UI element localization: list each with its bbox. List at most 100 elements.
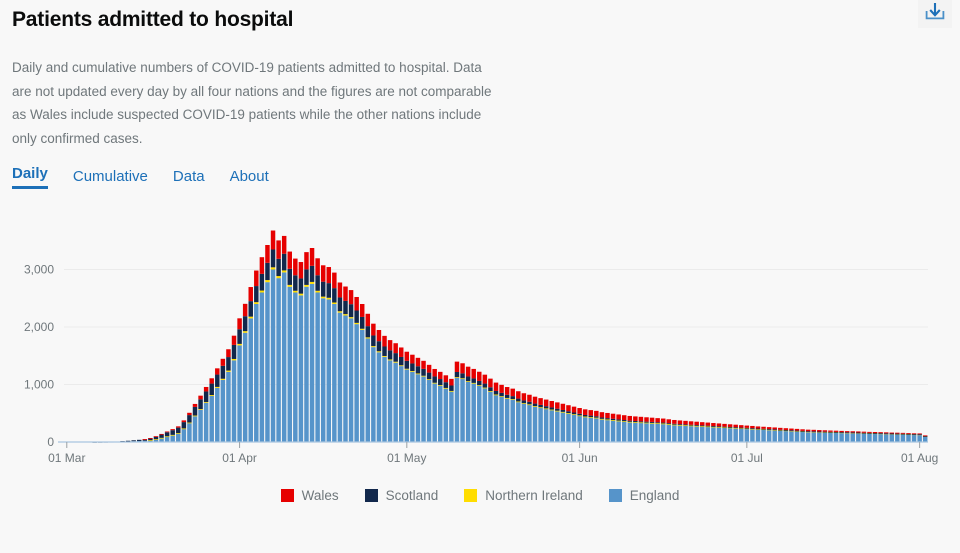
bar-segment[interactable] (700, 425, 705, 427)
bar-segment[interactable] (833, 431, 839, 433)
bar-segment[interactable] (605, 412, 610, 419)
bar-segment[interactable] (326, 299, 332, 442)
bar-segment[interactable] (672, 423, 677, 425)
bar-segment[interactable] (265, 280, 270, 283)
bar-segment[interactable] (332, 288, 337, 303)
bar-segment[interactable] (621, 420, 627, 422)
bar-segment[interactable] (677, 425, 683, 442)
bar-segment[interactable] (844, 432, 850, 434)
bar-segment[interactable] (477, 385, 482, 442)
bar-segment[interactable] (315, 290, 320, 293)
bar-segment[interactable] (644, 417, 649, 422)
bar-segment[interactable] (744, 427, 750, 429)
bar-segment[interactable] (237, 329, 242, 344)
bar-segment[interactable] (259, 292, 265, 443)
bar-segment[interactable] (516, 398, 521, 402)
bar-segment[interactable] (332, 302, 337, 305)
bar-segment[interactable] (399, 347, 404, 357)
bar-segment[interactable] (449, 378, 454, 386)
bar-segment[interactable] (694, 425, 699, 442)
bar-segment[interactable] (616, 420, 621, 422)
bar-segment[interactable] (348, 304, 354, 318)
bar-segment[interactable] (906, 433, 911, 435)
bar-segment[interactable] (465, 376, 471, 382)
bar-segment[interactable] (922, 436, 928, 437)
bar-segment[interactable] (415, 357, 421, 367)
bar-segment[interactable] (900, 434, 906, 442)
bar-segment[interactable] (510, 396, 515, 400)
bar-segment[interactable] (276, 278, 281, 443)
bar-segment[interactable] (878, 433, 883, 434)
bar-segment[interactable] (616, 414, 621, 420)
bar-segment[interactable] (298, 262, 304, 279)
bar-segment[interactable] (666, 419, 672, 424)
bar-segment[interactable] (811, 429, 816, 432)
bar-segment[interactable] (354, 322, 359, 325)
bar-segment[interactable] (348, 317, 354, 319)
bar-segment[interactable] (192, 415, 198, 417)
bar-segment[interactable] (688, 425, 694, 427)
bar-segment[interactable] (872, 433, 878, 443)
bar-segment[interactable] (538, 407, 543, 443)
bar-segment[interactable] (727, 427, 733, 443)
bar-segment[interactable] (666, 424, 672, 442)
bar-segment[interactable] (215, 368, 220, 375)
bar-segment[interactable] (883, 433, 889, 435)
bar-segment[interactable] (410, 354, 415, 364)
bar-segment[interactable] (605, 419, 610, 421)
bar-segment[interactable] (722, 423, 727, 427)
bar-segment[interactable] (822, 431, 828, 433)
bar-segment[interactable] (465, 366, 471, 377)
bar-segment[interactable] (270, 267, 276, 270)
bar-segment[interactable] (270, 230, 276, 250)
bar-segment[interactable] (226, 371, 231, 442)
bar-segment[interactable] (426, 379, 432, 381)
bar-segment[interactable] (359, 328, 365, 330)
bar-segment[interactable] (683, 424, 688, 426)
bar-segment[interactable] (543, 408, 549, 410)
bar-segment[interactable] (800, 431, 805, 442)
bar-segment[interactable] (187, 412, 192, 416)
bar-segment[interactable] (499, 396, 504, 442)
bar-segment[interactable] (320, 298, 326, 442)
bar-segment[interactable] (828, 431, 833, 433)
bar-segment[interactable] (566, 411, 571, 414)
bar-segment[interactable] (176, 426, 181, 428)
bar-segment[interactable] (198, 409, 203, 442)
bar-segment[interactable] (705, 422, 711, 426)
bar-segment[interactable] (906, 433, 911, 434)
bar-segment[interactable] (254, 286, 259, 303)
bar-segment[interactable] (176, 427, 181, 434)
bar-segment[interactable] (789, 428, 794, 431)
bar-segment[interactable] (465, 381, 471, 443)
bar-segment[interactable] (259, 257, 265, 274)
bar-segment[interactable] (215, 374, 220, 387)
bar-segment[interactable] (772, 429, 777, 442)
bar-segment[interactable] (783, 430, 789, 443)
bar-segment[interactable] (376, 329, 382, 342)
legend-item-wales[interactable]: Wales (280, 488, 339, 503)
bar-segment[interactable] (248, 301, 253, 317)
bar-segment[interactable] (789, 430, 794, 432)
bar-segment[interactable] (911, 433, 917, 435)
bar-segment[interactable] (599, 419, 605, 442)
bar-segment[interactable] (304, 252, 309, 270)
bar-segment[interactable] (677, 424, 683, 425)
bar-segment[interactable] (711, 423, 716, 427)
bar-segment[interactable] (209, 396, 214, 442)
bar-segment[interactable] (209, 395, 214, 396)
bar-segment[interactable] (538, 398, 543, 405)
tab-about[interactable]: About (230, 168, 269, 189)
bar-segment[interactable] (499, 392, 504, 397)
bar-segment[interactable] (582, 409, 588, 415)
bar-segment[interactable] (399, 356, 404, 366)
bar-segment[interactable] (170, 435, 175, 442)
bar-segment[interactable] (605, 418, 610, 420)
bar-segment[interactable] (443, 387, 449, 389)
bar-segment[interactable] (281, 270, 287, 273)
bar-segment[interactable] (560, 412, 566, 442)
bar-segment[interactable] (638, 416, 644, 422)
bar-segment[interactable] (633, 422, 638, 423)
bar-segment[interactable] (254, 270, 259, 287)
bar-segment[interactable] (337, 297, 343, 312)
